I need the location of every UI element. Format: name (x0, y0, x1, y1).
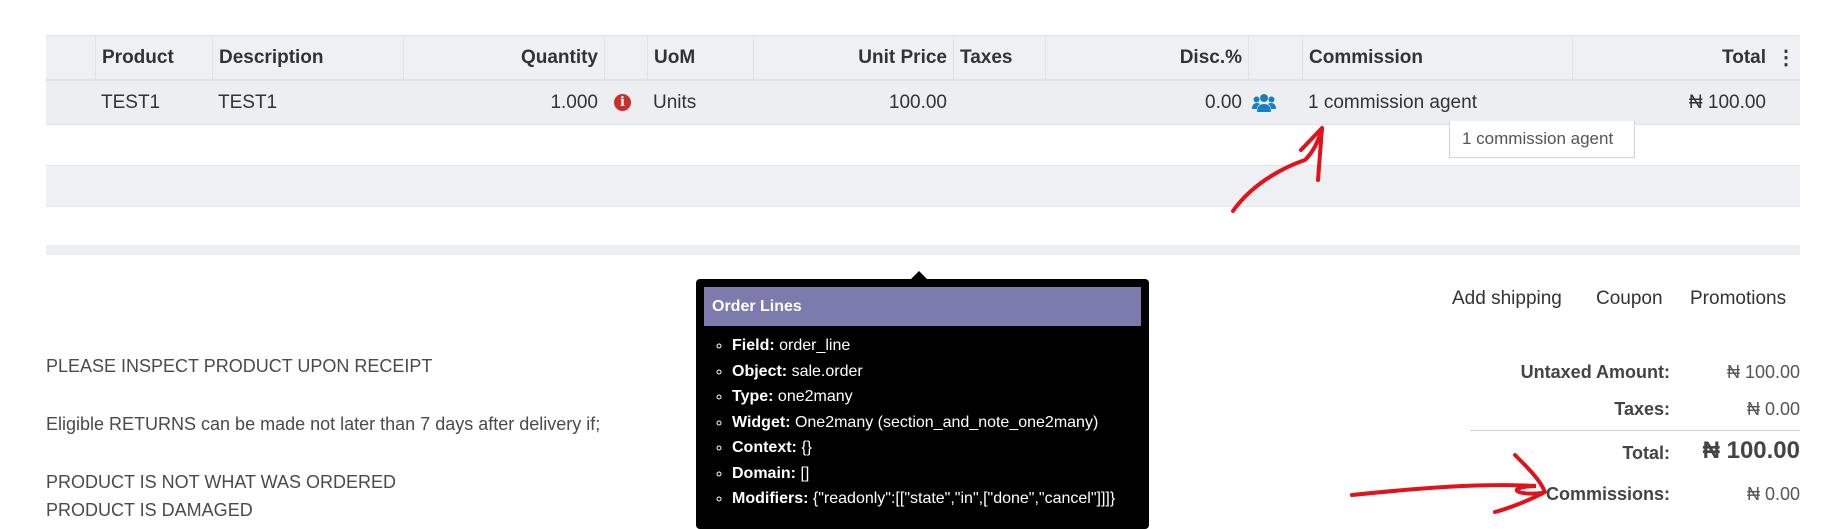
debug-item-type: Type: one2many (732, 384, 1115, 410)
add-shipping-button[interactable]: Add shipping (1452, 288, 1562, 310)
commissions-label: Commissions: (1545, 484, 1670, 504)
taxes-label: Taxes: (1614, 399, 1670, 419)
debug-item-object: Object: sale.order (732, 359, 1115, 385)
coupon-button[interactable]: Coupon (1596, 288, 1663, 310)
terms-line[interactable]: PRODUCT IS NOT WHAT WAS ORDERED (46, 472, 396, 493)
debug-item-widget: Widget: One2many (section_and_note_one2m… (732, 410, 1115, 436)
untaxed-amount-label: Untaxed Amount: (1520, 362, 1670, 382)
terms-line[interactable]: PLEASE INSPECT PRODUCT UPON RECEIPT (46, 356, 432, 377)
debug-item-modifiers: Modifiers: {"readonly":[["state","in",["… (732, 486, 1115, 512)
debug-item-domain: Domain: [] (732, 461, 1115, 487)
debug-tooltip: Order Lines Field: order_line Object: sa… (696, 279, 1149, 529)
promotions-button[interactable]: Promotions (1690, 288, 1786, 310)
total-label: Total: (1622, 443, 1670, 463)
debug-item-context: Context: {} (732, 435, 1115, 461)
debug-item-field: Field: order_line (732, 333, 1115, 359)
totals-divider (1470, 430, 1800, 431)
untaxed-amount-value: ₦ 100.00 (1726, 362, 1800, 382)
debug-tooltip-title: Order Lines (704, 287, 1141, 326)
total-value: ₦ 100.00 (1702, 437, 1800, 464)
terms-line[interactable]: Eligible RETURNS can be made not later t… (46, 414, 600, 435)
taxes-value: ₦ 0.00 (1746, 399, 1800, 419)
debug-tooltip-caret (911, 271, 927, 279)
debug-tooltip-list: Field: order_line Object: sale.order Typ… (696, 333, 1115, 512)
terms-line[interactable]: PRODUCT IS DAMAGED (46, 500, 253, 521)
commissions-value: ₦ 0.00 (1746, 484, 1800, 504)
